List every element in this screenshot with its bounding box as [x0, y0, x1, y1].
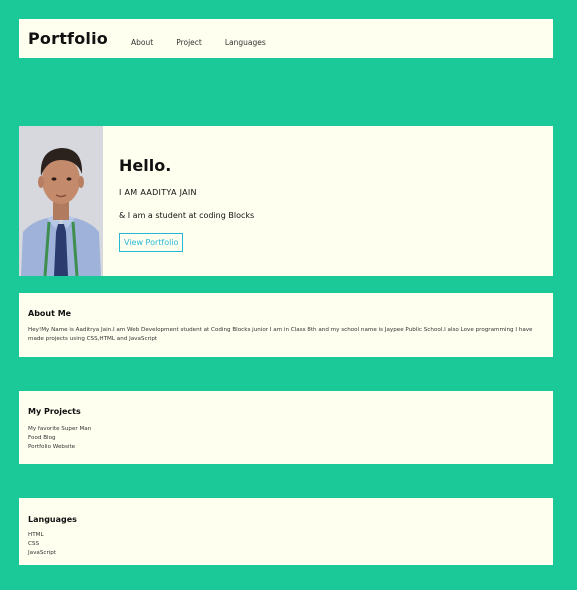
nav-links: About Project Languages: [131, 38, 289, 47]
languages-heading: Languages: [28, 515, 77, 524]
language-item: HTML: [28, 532, 44, 538]
language-item: CSS: [28, 541, 40, 547]
profile-photo-illustration: [19, 126, 103, 276]
view-portfolio-button[interactable]: View Portfolio: [119, 233, 184, 252]
hero-tagline: & I am a student at coding Blocks: [119, 211, 255, 220]
hero-content: Hello. I AM AADITYA JAIN & I am a studen…: [119, 156, 254, 252]
hero-greeting: Hello.: [119, 156, 172, 175]
project-item: My favorite Super Man: [28, 426, 92, 432]
project-item: Portfolio Website: [28, 444, 76, 450]
nav-link-project[interactable]: Project: [176, 38, 202, 47]
nav-link-languages[interactable]: Languages: [225, 38, 266, 47]
languages-list: HTML CSS JavaScript: [28, 531, 56, 558]
about-text: Hey!My Name is Aaditrya Jain.I am Web De…: [28, 327, 533, 342]
hero-name: I AM AADITYA JAIN: [119, 188, 197, 197]
site-logo[interactable]: Portfolio: [28, 29, 108, 48]
nav-link-about[interactable]: About: [131, 38, 153, 47]
projects-heading: My Projects: [28, 407, 81, 416]
projects-section: My Projects My favorite Super Man Food B…: [19, 391, 553, 464]
projects-list: My favorite Super Man Food Blog Portfoli…: [28, 425, 91, 452]
project-item: Food Blog: [28, 435, 56, 441]
about-section: About Me Hey!My Name is Aaditrya Jain.I …: [19, 293, 553, 357]
profile-photo: [19, 126, 103, 276]
languages-section: Languages HTML CSS JavaScript: [19, 498, 553, 565]
language-item: JavaScript: [28, 550, 57, 556]
hero-section: Hello. I AM AADITYA JAIN & I am a studen…: [19, 126, 553, 276]
about-heading: About Me: [28, 309, 72, 318]
navbar: Portfolio About Project Languages: [19, 19, 553, 58]
